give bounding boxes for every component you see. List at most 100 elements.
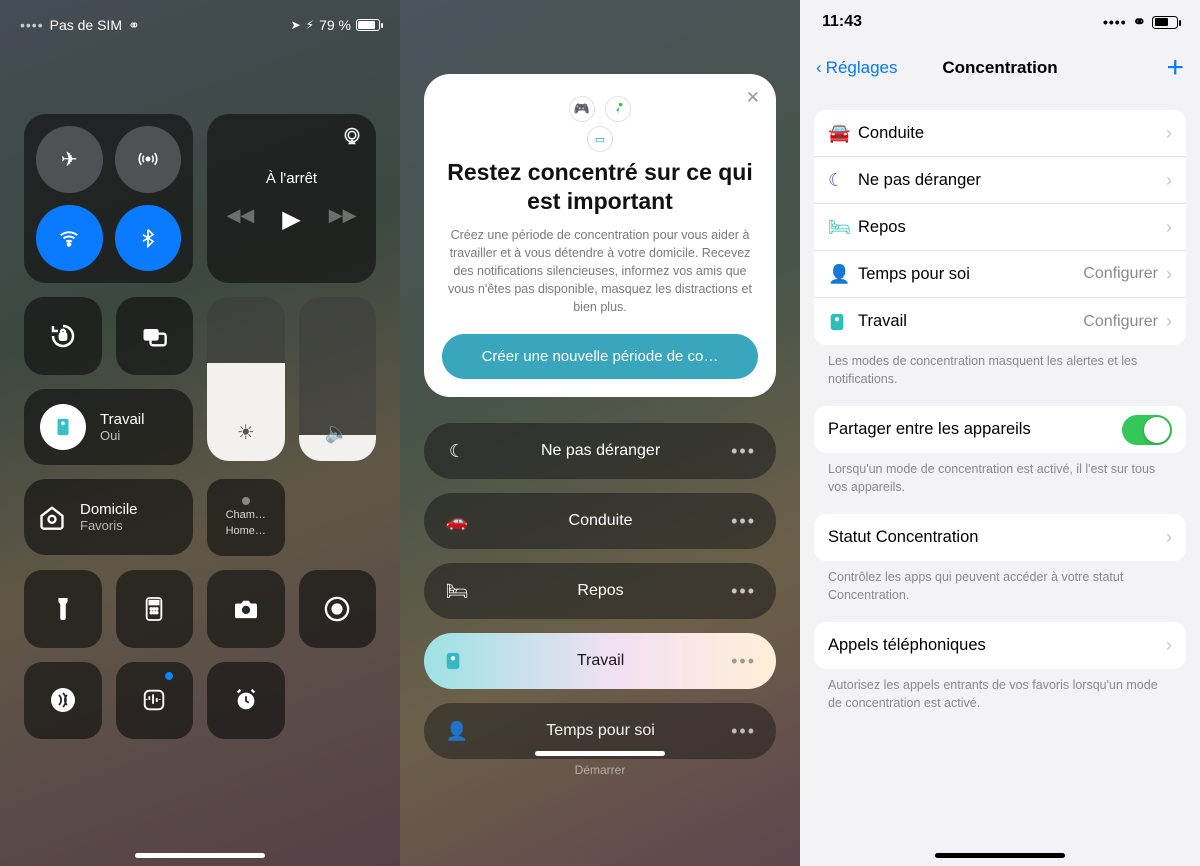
home-indicator[interactable] <box>935 853 1065 858</box>
record-icon <box>324 596 350 622</box>
cell-label: Temps pour soi <box>858 265 1083 284</box>
page-title: Concentration <box>942 58 1057 78</box>
cellular-toggle[interactable] <box>115 126 182 193</box>
close-icon[interactable]: ✕ <box>746 88 760 108</box>
room-tile[interactable]: Cham… Home… <box>207 479 285 557</box>
focus-pill-dnd[interactable]: ☾ Ne pas déranger ••• <box>424 423 776 479</box>
focus-mode-list: ☾ Ne pas déranger ••• 🚗 Conduite ••• 🛏 R… <box>424 423 776 759</box>
alarm-tile[interactable] <box>207 662 285 740</box>
control-center-screen: •••• Pas de SIM ⚭ ➤ ⚡︎ 79 % ✈︎ <box>0 0 400 866</box>
modes-caption: Les modes de concentration masquent les … <box>828 353 1172 388</box>
mode-driving[interactable]: 🚘 Conduite › <box>814 110 1186 157</box>
room-line1: Cham… <box>226 509 266 521</box>
home-icon <box>38 503 66 531</box>
volume-icon: 🔈 <box>325 420 350 445</box>
airplay-icon[interactable] <box>342 126 362 146</box>
add-button[interactable]: + <box>1166 53 1184 83</box>
focus-tile[interactable]: Travail Oui <box>24 389 193 465</box>
nav-bar: ‹ Réglages Concentration + <box>800 44 1200 92</box>
phone-calls-row[interactable]: Appels téléphoniques › <box>814 622 1186 669</box>
mode-work[interactable]: Travail Configurer › <box>814 298 1186 345</box>
flashlight-tile[interactable] <box>24 570 102 648</box>
card-desc: Créez une période de concentration pour … <box>442 226 758 317</box>
bed-icon: 🛏 <box>828 217 858 238</box>
focus-intro-card: ✕ 🎮 ▭ Restez concentré sur ce qui est im… <box>424 74 776 397</box>
chevron-right-icon: › <box>1166 311 1172 332</box>
cell-label: Ne pas déranger <box>858 171 1166 190</box>
wifi-toggle[interactable] <box>36 205 103 272</box>
location-icon: ➤ <box>291 18 301 32</box>
reading-icon: ▭ <box>587 126 613 152</box>
play-icon[interactable]: ▶ <box>282 205 300 234</box>
volume-slider[interactable]: 🔈 <box>299 297 377 461</box>
screen-mirroring-tile[interactable] <box>116 297 194 375</box>
more-icon[interactable]: ••• <box>731 581 756 602</box>
focus-status-row[interactable]: Statut Concentration › <box>814 514 1186 561</box>
bluetooth-toggle[interactable] <box>115 205 182 272</box>
nfc-tile[interactable] <box>24 662 102 740</box>
signal-icon: •••• <box>1103 14 1127 30</box>
pill-label: Ne pas déranger <box>470 442 731 460</box>
car-icon: 🚘 <box>828 123 858 144</box>
pill-label: Repos <box>470 582 731 600</box>
focus-pill-driving[interactable]: 🚗 Conduite ••• <box>424 493 776 549</box>
airplane-toggle[interactable]: ✈︎ <box>36 126 103 193</box>
focus-pill-work[interactable]: Travail ••• <box>424 633 776 689</box>
connectivity-group[interactable]: ✈︎ <box>24 114 193 283</box>
chevron-right-icon: › <box>1166 527 1172 548</box>
card-heading: Restez concentré sur ce qui est importan… <box>442 158 758 216</box>
brightness-icon: ☀︎ <box>237 420 255 445</box>
status-bar: •••• Pas de SIM ⚭ ➤ ⚡︎ 79 % <box>0 0 400 44</box>
carrier-label: Pas de SIM <box>50 17 122 33</box>
room-line2: Home… <box>226 525 266 537</box>
create-focus-button[interactable]: Créer une nouvelle période de co… <box>442 334 758 379</box>
status-bar: 11:43 •••• ⚭ <box>800 0 1200 44</box>
more-icon[interactable]: ••• <box>731 511 756 532</box>
airplane-icon: ✈︎ <box>61 147 78 172</box>
screen-mirror-icon <box>140 322 168 350</box>
pill-label: Temps pour soi <box>470 722 731 740</box>
focus-badges: 🎮 <box>442 96 758 122</box>
cell-label: Conduite <box>858 124 1166 143</box>
share-caption: Lorsqu'un mode de concentration est acti… <box>828 461 1172 496</box>
calculator-tile[interactable] <box>116 570 194 648</box>
focus-pill-sleep[interactable]: 🛏 Repos ••• <box>424 563 776 619</box>
pill-label: Conduite <box>470 512 731 530</box>
home-tile[interactable]: Domicile Favoris <box>24 479 193 555</box>
chevron-right-icon: › <box>1166 123 1172 144</box>
mode-sleep[interactable]: 🛏 Repos › <box>814 204 1186 251</box>
settings-focus-screen: 11:43 •••• ⚭ ‹ Réglages Concentration + … <box>800 0 1200 866</box>
back-button[interactable]: ‹ Réglages <box>816 58 898 78</box>
camera-icon <box>233 598 259 620</box>
share-toggle[interactable] <box>1122 415 1172 445</box>
next-icon[interactable]: ▶▶ <box>329 205 357 234</box>
pill-label: Travail <box>470 652 731 670</box>
prev-icon[interactable]: ◀◀ <box>227 205 255 234</box>
alarm-icon <box>233 687 259 713</box>
plus-icon: + <box>1166 51 1184 84</box>
home-indicator[interactable] <box>135 853 265 858</box>
battery-icon <box>1152 16 1178 29</box>
media-title: À l'arrêt <box>266 170 317 187</box>
focus-state: Oui <box>100 428 144 443</box>
focus-modes-group: 🚘 Conduite › ☾ Ne pas déranger › 🛏 Repos… <box>814 110 1186 345</box>
more-icon[interactable]: ••• <box>731 721 756 742</box>
wifi-icon <box>58 227 80 249</box>
cell-label: Repos <box>858 218 1166 237</box>
orientation-lock-tile[interactable] <box>24 297 102 375</box>
cell-label: Appels téléphoniques <box>828 636 1166 655</box>
media-tile[interactable]: À l'arrêt ◀◀ ▶ ▶▶ <box>207 114 376 283</box>
music-recognition-icon <box>141 687 167 713</box>
screen-record-tile[interactable] <box>299 570 377 648</box>
shazam-tile[interactable] <box>116 662 194 740</box>
more-icon[interactable]: ••• <box>731 651 756 672</box>
chevron-right-icon: › <box>1166 264 1172 285</box>
moon-icon: ☾ <box>828 170 858 191</box>
mode-personal[interactable]: 👤 Temps pour soi Configurer › <box>814 251 1186 298</box>
brightness-slider[interactable]: ☀︎ <box>207 297 285 461</box>
mode-dnd[interactable]: ☾ Ne pas déranger › <box>814 157 1186 204</box>
more-icon[interactable]: ••• <box>731 441 756 462</box>
camera-tile[interactable] <box>207 570 285 648</box>
bed-icon: 🛏 <box>444 581 470 602</box>
home-indicator[interactable] <box>535 751 665 756</box>
